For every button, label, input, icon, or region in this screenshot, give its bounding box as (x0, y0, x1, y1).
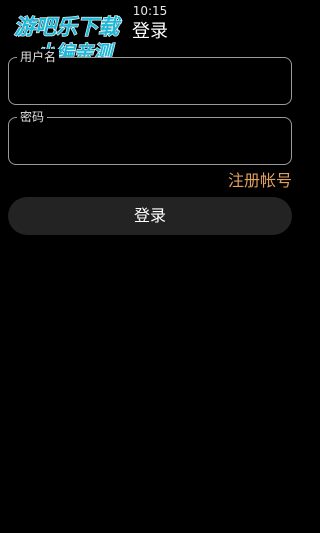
login-button[interactable]: 登录 (8, 197, 292, 235)
username-label: 用户名 (17, 49, 60, 65)
register-link[interactable]: 注册帐号 (228, 170, 292, 192)
username-field[interactable]: 用户名 (8, 49, 292, 105)
password-field[interactable]: 密码 (8, 109, 292, 165)
password-label: 密码 (17, 109, 48, 125)
watermark-line1: 游吧乐下载 (14, 15, 122, 39)
username-input[interactable] (19, 70, 281, 96)
password-input[interactable] (19, 130, 281, 156)
